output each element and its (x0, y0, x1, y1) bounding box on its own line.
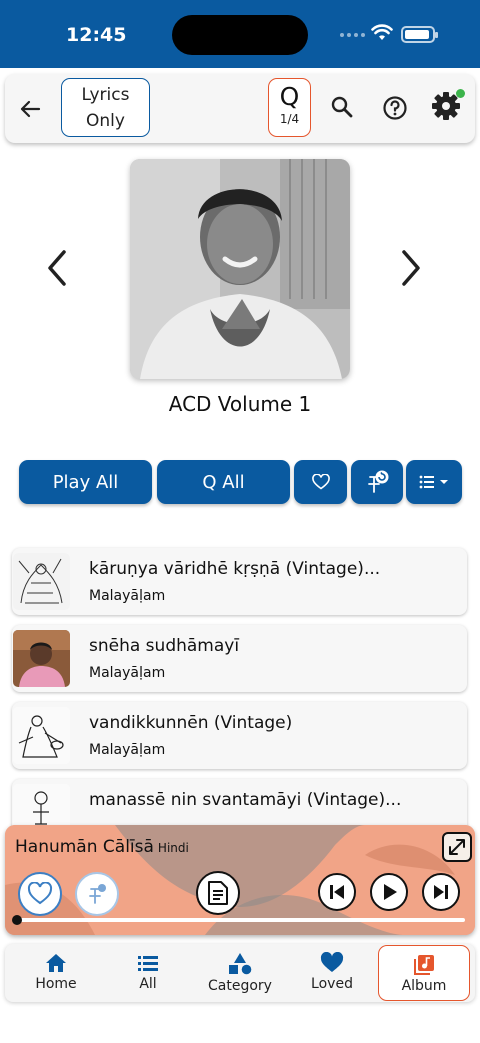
tab-home-label: Home (35, 976, 77, 992)
bottom-tab-bar: Home All Category Loved Album (5, 944, 475, 1002)
track-title: manassē nin svantamāyi (Vintage)... (89, 790, 402, 810)
heart-icon (320, 952, 344, 972)
lyrics-only-button[interactable]: Lyrics Only (61, 78, 150, 137)
help-icon[interactable] (381, 94, 409, 122)
pin-track-button[interactable] (75, 872, 119, 916)
heart-outline-icon (311, 474, 330, 490)
track-language: Malayāḷam (89, 742, 166, 758)
previous-album-chevron-icon[interactable] (40, 248, 74, 288)
tab-all[interactable]: All (103, 944, 193, 1002)
home-icon (46, 954, 66, 972)
tab-category-label: Category (208, 978, 272, 994)
now-playing-bar[interactable]: Hanumān Cālīsā Hindi (5, 825, 475, 935)
queue-count: 1/4 (279, 112, 300, 126)
pin-icon (89, 884, 106, 904)
dynamic-island (172, 15, 308, 55)
play-all-label: Play All (52, 471, 119, 493)
now-playing-title: Hanumān Cālīsā Hindi (15, 837, 189, 857)
skip-next-icon (434, 885, 448, 899)
track-thumbnail (13, 630, 70, 687)
queue-all-button[interactable]: Q All (157, 460, 290, 504)
expand-player-button[interactable] (442, 832, 472, 862)
previous-track-button[interactable] (318, 873, 356, 911)
tab-album-label: Album (401, 978, 447, 994)
track-title: kāruṇya vāridhē kṛṣṇā (Vintage)... (89, 559, 381, 579)
track-thumbnail (13, 553, 70, 610)
lyrics-only-line2: Only (86, 111, 125, 131)
album-cover (130, 159, 350, 379)
play-icon (384, 884, 397, 900)
track-title: snēha sudhāmayī (89, 636, 240, 656)
lyrics-only-line1: Lyrics (81, 85, 130, 105)
progress-knob[interactable] (12, 915, 22, 925)
track-thumbnail (13, 707, 70, 764)
queue-all-label: Q All (202, 471, 245, 493)
track-row[interactable]: vandikkunnēn (Vintage) Malayāḷam (12, 702, 467, 769)
top-toolbar: Lyrics Only Q 1/4 (5, 74, 475, 143)
search-icon[interactable] (329, 94, 355, 120)
queue-button[interactable]: Q 1/4 (268, 78, 311, 137)
shapes-icon (229, 953, 252, 975)
list-dropdown-icon (419, 475, 448, 489)
tab-loved-label: Loved (311, 976, 353, 992)
list-options-dropdown[interactable] (406, 460, 462, 504)
wifi-icon (371, 24, 393, 40)
track-language: Malayāḷam (89, 665, 166, 681)
love-track-button[interactable] (18, 872, 62, 916)
tab-all-label: All (139, 976, 157, 992)
playback-progress-bar[interactable] (12, 915, 465, 925)
track-row[interactable]: snēha sudhāmayī Malayāḷam (12, 625, 467, 692)
play-button[interactable] (370, 873, 408, 911)
track-title: vandikkunnēn (Vintage) (89, 713, 293, 733)
tab-album[interactable]: Album (378, 945, 470, 1001)
love-album-button[interactable] (294, 460, 347, 504)
pin-refresh-icon (368, 470, 389, 493)
expand-icon (449, 839, 465, 855)
now-playing-song: Hanumān Cālīsā (15, 837, 154, 857)
skip-previous-icon (330, 885, 344, 899)
now-playing-language: Hindi (157, 841, 189, 855)
update-indicator-dot (456, 89, 465, 98)
track-language: Malayāḷam (89, 588, 166, 604)
signal-icon (340, 33, 365, 37)
tab-loved[interactable]: Loved (287, 944, 377, 1002)
album-title: ACD Volume 1 (168, 392, 312, 416)
lyrics-view-button[interactable] (196, 871, 240, 915)
track-row[interactable]: kāruṇya vāridhē kṛṣṇā (Vintage)... Malay… (12, 548, 467, 615)
queue-letter: Q (279, 82, 300, 111)
tab-category[interactable]: Category (195, 944, 285, 1002)
tab-home[interactable]: Home (11, 944, 101, 1002)
pin-album-button[interactable] (351, 460, 403, 504)
list-icon (138, 956, 158, 971)
battery-icon (401, 26, 438, 43)
album-icon (414, 955, 434, 975)
next-track-button[interactable] (422, 873, 460, 911)
heart-outline-icon (27, 882, 53, 905)
status-bar: 12:45 (0, 0, 480, 68)
next-album-chevron-icon[interactable] (394, 248, 428, 288)
back-arrow-icon[interactable] (15, 94, 45, 124)
status-time: 12:45 (66, 24, 127, 46)
play-all-button[interactable]: Play All (19, 460, 152, 504)
document-icon (208, 881, 228, 905)
